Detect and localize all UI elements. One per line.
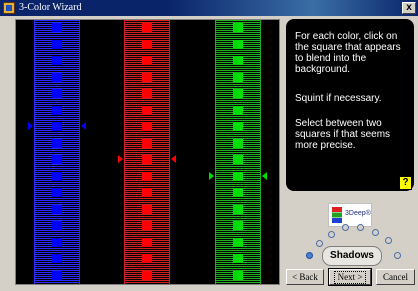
mode-dot[interactable]	[316, 240, 323, 247]
red-square[interactable]	[142, 56, 152, 65]
close-button[interactable]: x	[402, 2, 416, 14]
blue-square[interactable]	[52, 39, 62, 49]
app-icon	[3, 2, 15, 14]
red-square[interactable]	[142, 270, 152, 280]
instruction-text-3: Select between two squares if that seems…	[295, 118, 391, 151]
blue-square[interactable]	[52, 221, 62, 230]
red-square[interactable]	[142, 237, 152, 247]
green-square[interactable]	[233, 254, 243, 263]
shadows-mode-button[interactable]: Shadows	[322, 246, 382, 266]
green-square[interactable]	[233, 188, 243, 197]
cancel-button[interactable]: Cancel	[376, 269, 415, 285]
instruction-text-2: Squint if necessary.	[295, 93, 382, 104]
red-square[interactable]	[142, 188, 152, 197]
green-square[interactable]	[233, 105, 243, 115]
blue-square[interactable]	[52, 254, 62, 263]
green-square[interactable]	[233, 221, 243, 230]
green-square[interactable]	[233, 89, 243, 98]
blue-square[interactable]	[52, 89, 62, 98]
blue-square[interactable]	[52, 138, 62, 148]
logo-mark-icon	[332, 207, 342, 223]
blue-square[interactable]	[52, 204, 62, 214]
green-square[interactable]	[233, 56, 243, 65]
3deep-logo: 3Deep®	[328, 203, 372, 227]
red-square[interactable]	[142, 105, 152, 115]
window-title: 3-Color Wizard	[19, 2, 82, 13]
logo-text: 3Deep®	[345, 210, 371, 217]
title-bar: 3-Color Wizard x	[0, 0, 418, 16]
red-square[interactable]	[142, 72, 152, 82]
green-square[interactable]	[233, 138, 243, 148]
green-square[interactable]	[233, 171, 243, 181]
red-square[interactable]	[142, 171, 152, 181]
next-button-label: Next >	[333, 271, 367, 284]
red-square[interactable]	[142, 254, 152, 263]
green-left-marker-icon	[209, 171, 214, 180]
red-square[interactable]	[142, 221, 152, 230]
instructions-panel: For each color, click on the square that…	[286, 19, 414, 191]
mode-dot[interactable]	[342, 224, 349, 231]
green-square[interactable]	[233, 270, 243, 280]
mode-dot[interactable]	[328, 231, 335, 238]
blue-right-marker-icon	[81, 122, 86, 130]
mode-dot[interactable]	[357, 224, 364, 231]
green-square[interactable]	[233, 122, 243, 131]
blue-square[interactable]	[52, 188, 62, 197]
blue-square[interactable]	[52, 270, 62, 280]
blue-square[interactable]	[52, 56, 62, 65]
red-square[interactable]	[142, 89, 152, 98]
green-square[interactable]	[233, 237, 243, 247]
red-square[interactable]	[142, 23, 152, 32]
blue-square[interactable]	[52, 171, 62, 181]
blue-square[interactable]	[52, 122, 62, 131]
blue-square[interactable]	[52, 105, 62, 115]
help-button[interactable]: ?	[399, 176, 412, 190]
red-left-marker-icon	[118, 155, 123, 163]
mode-dot-selected[interactable]	[306, 252, 313, 259]
calibration-panel	[15, 19, 280, 285]
next-button[interactable]: Next >	[328, 268, 372, 286]
back-button[interactable]: < Back	[286, 269, 324, 285]
green-square[interactable]	[233, 39, 243, 49]
blue-square[interactable]	[52, 155, 62, 164]
red-right-marker-icon	[171, 155, 176, 163]
red-calibration-strip	[118, 20, 176, 284]
red-square[interactable]	[142, 39, 152, 49]
instruction-text-1: For each color, click on the square that…	[295, 31, 401, 75]
green-calibration-strip	[209, 20, 267, 284]
green-square[interactable]	[233, 23, 243, 32]
red-square[interactable]	[142, 204, 152, 214]
blue-square[interactable]	[52, 23, 62, 32]
red-square[interactable]	[142, 155, 152, 164]
red-square[interactable]	[142, 138, 152, 148]
mode-dot[interactable]	[372, 229, 379, 236]
green-square[interactable]	[233, 155, 243, 164]
green-square[interactable]	[233, 204, 243, 214]
green-square[interactable]	[233, 72, 243, 82]
blue-left-marker-icon	[28, 122, 33, 130]
blue-square[interactable]	[52, 72, 62, 82]
blue-square[interactable]	[52, 237, 62, 247]
red-square[interactable]	[142, 122, 152, 131]
mode-dot[interactable]	[385, 237, 392, 244]
mode-dot[interactable]	[394, 252, 401, 259]
blue-calibration-strip	[28, 20, 86, 284]
green-right-marker-icon	[262, 171, 267, 180]
